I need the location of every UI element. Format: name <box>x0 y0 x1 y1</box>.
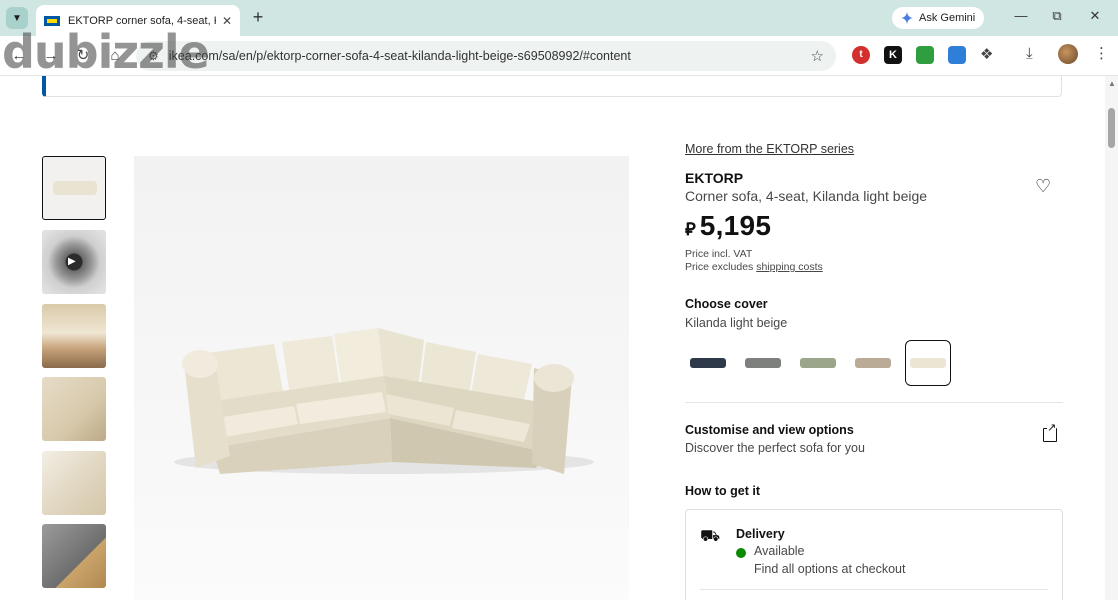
external-link-icon[interactable] <box>1043 423 1057 442</box>
ikea-favicon-icon <box>44 15 60 26</box>
corner-sofa-illustration <box>174 328 594 474</box>
divider <box>685 402 1063 403</box>
swatch-sofa <box>910 358 946 368</box>
ask-gemini-button[interactable]: Ask Gemini <box>892 7 985 29</box>
thumbnail-armrest[interactable] <box>42 377 106 441</box>
notice-banner <box>42 76 1062 97</box>
swatch-sofa <box>800 358 836 368</box>
url-text: ikea.com/sa/en/p/ektorp-corner-sofa-4-se… <box>168 49 631 63</box>
thumbnail-room[interactable] <box>42 304 106 368</box>
bookmark-star-icon[interactable]: ☆ <box>811 47 824 65</box>
new-tab-button[interactable]: + <box>248 7 268 27</box>
profile-avatar[interactable] <box>1058 44 1078 64</box>
delivery-card[interactable]: ⛟ Delivery Available Find all options at… <box>685 509 1063 600</box>
scrollbar-thumb[interactable] <box>1108 108 1115 148</box>
address-bar[interactable]: ⚙ ikea.com/sa/en/p/ektorp-corner-sofa-4-… <box>136 41 836 71</box>
scroll-up-icon[interactable]: ▲ <box>1108 79 1116 88</box>
vat-note: Price incl. VAT <box>685 248 753 260</box>
shipping-prefix: Price excludes <box>685 261 757 273</box>
truck-icon: ⛟ <box>700 528 721 545</box>
selected-cover-name: Kilanda light beige <box>685 316 788 330</box>
close-window-icon[interactable]: ✕ <box>1086 8 1104 24</box>
swatch-sofa <box>690 358 726 368</box>
extension-green-icon[interactable] <box>916 46 934 64</box>
close-tab-icon[interactable]: ✕ <box>222 14 232 28</box>
shipping-note: Price excludes shipping costs <box>685 261 823 273</box>
product-price: ⃁ 5,195 <box>685 210 771 242</box>
chevron-down-icon: ▼ <box>12 12 22 24</box>
cover-swatch-3[interactable] <box>795 340 841 386</box>
thumbnail-1[interactable] <box>42 156 106 220</box>
customise-subtitle: Discover the perfect sofa for you <box>685 441 865 455</box>
more-menu-icon[interactable]: ⋮ <box>1094 44 1109 62</box>
swatch-sofa <box>855 358 891 368</box>
shipping-costs-link[interactable]: shipping costs <box>756 261 823 273</box>
cover-swatch-1[interactable] <box>685 340 731 386</box>
customise-title[interactable]: Customise and view options <box>685 423 854 437</box>
page-scrollbar[interactable]: ▲ <box>1105 76 1118 600</box>
sofa-thumbnail-image <box>53 181 97 195</box>
choose-cover-title: Choose cover <box>685 297 768 311</box>
gemini-sparkle-icon <box>901 12 913 24</box>
extension-k-icon[interactable]: K <box>884 46 902 64</box>
extension-blue-icon[interactable] <box>948 46 966 64</box>
dubizzle-watermark: dubizzle <box>2 25 210 79</box>
divider <box>700 589 1048 590</box>
ikea-product-page: ▶ More from the EKTORP series EKTORP Cor… <box>0 76 1105 600</box>
thumbnail-fabric[interactable] <box>42 451 106 515</box>
price-amount: 5,195 <box>699 210 772 241</box>
minimize-icon[interactable]: — <box>1012 8 1030 23</box>
download-icon[interactable]: ⤓ <box>1026 45 1033 62</box>
cover-swatch-5-selected[interactable] <box>905 340 951 386</box>
cover-swatch-2[interactable] <box>740 340 786 386</box>
product-name: EKTORP <box>685 170 744 186</box>
how-to-get-it-title: How to get it <box>685 484 760 498</box>
delivery-status: Available <box>754 544 805 558</box>
series-link[interactable]: More from the EKTORP series <box>685 142 854 156</box>
extensions-puzzle-icon[interactable]: ❖ <box>980 45 998 63</box>
thumbnail-cover-change[interactable] <box>42 524 106 588</box>
thumbnail-video[interactable]: ▶ <box>42 230 106 294</box>
play-icon: ▶ <box>68 256 76 267</box>
product-description: Corner sofa, 4-seat, Kilanda light beige <box>685 188 928 204</box>
currency-symbol: ⃁ <box>685 219 696 239</box>
delivery-note: Find all options at checkout <box>754 562 906 576</box>
heart-icon[interactable]: ♡ <box>1035 176 1051 197</box>
restore-icon[interactable]: ⧉ <box>1048 8 1066 24</box>
ask-gemini-label: Ask Gemini <box>919 12 976 24</box>
swatch-sofa <box>745 358 781 368</box>
cover-swatch-4[interactable] <box>850 340 896 386</box>
delivery-title: Delivery <box>736 527 785 541</box>
main-product-image[interactable] <box>134 156 629 600</box>
availability-dot <box>736 548 746 558</box>
extension-red-icon[interactable]: t <box>852 46 870 64</box>
